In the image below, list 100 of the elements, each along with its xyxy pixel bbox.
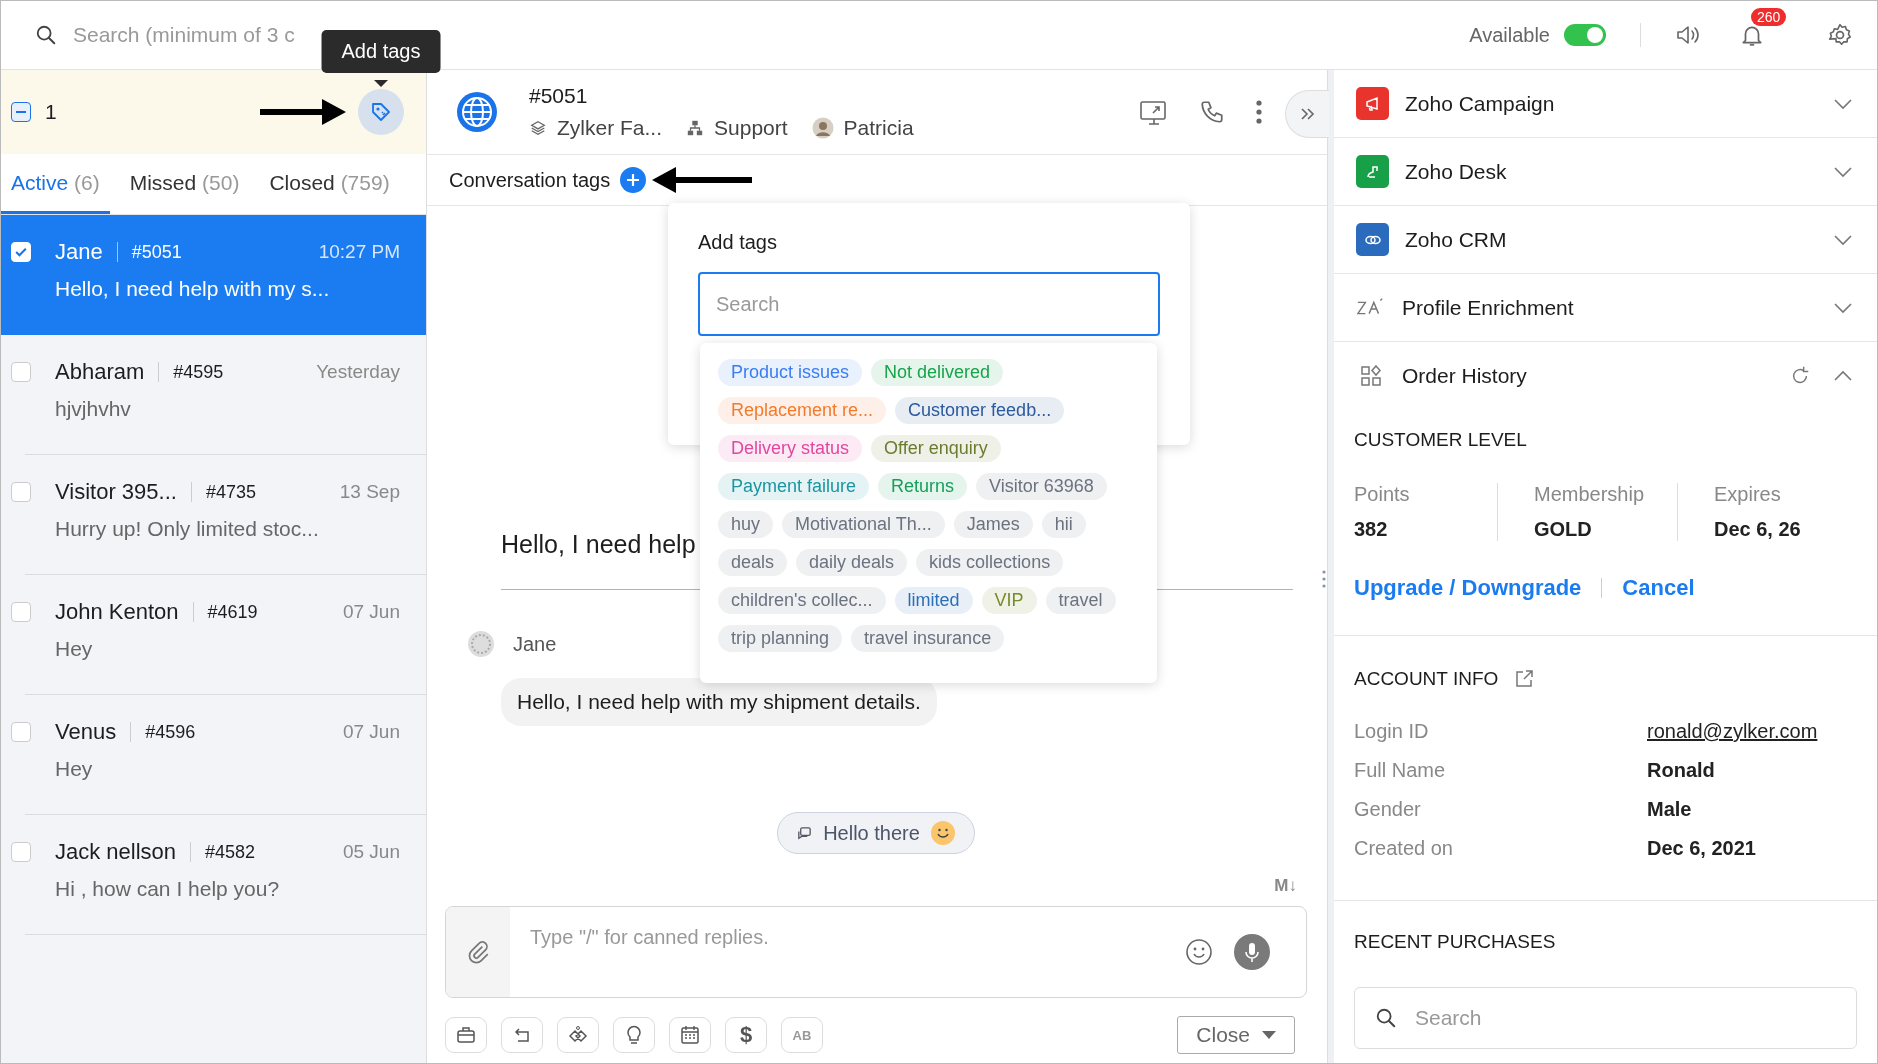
conversation-id: #4596 <box>145 721 196 743</box>
status-tab[interactable]: Closed (759) <box>259 154 400 214</box>
tag-option[interactable]: Customer feedb... <box>895 397 1065 424</box>
add-tag-icon[interactable] <box>620 167 647 193</box>
purchase-search-field[interactable]: Search <box>1413 1005 1836 1031</box>
field-label: Gender <box>1354 798 1422 821</box>
greeting-chip[interactable]: Hello there <box>777 812 975 854</box>
phone-icon[interactable] <box>1199 99 1225 125</box>
tag-option[interactable]: Product issues <box>718 359 863 386</box>
visitor-name: Visitor 395... <box>55 479 177 505</box>
visitor-name: John Kenton <box>55 599 179 625</box>
lightbulb-icon[interactable] <box>613 1017 655 1053</box>
popup-title: Add tags <box>698 231 778 254</box>
conversation-item[interactable]: Jane #5051 10:27 PM Hello, I need help with my s... <box>1 215 426 335</box>
tag-icon <box>369 100 393 124</box>
tag-option[interactable]: daily deals <box>796 549 908 576</box>
tag-option[interactable]: kids collections <box>916 549 1064 576</box>
availability-toggle[interactable] <box>1564 24 1606 46</box>
briefcase-icon[interactable] <box>445 1017 487 1053</box>
integration-title: Zoho Desk <box>1405 159 1507 184</box>
avatar-icon <box>467 630 495 658</box>
message-preview: Hello, I need help with my s... <box>55 277 331 301</box>
tag-option[interactable]: Payment failure <box>718 473 870 500</box>
conversation-checkbox[interactable] <box>11 722 31 742</box>
tag-search-field[interactable]: Search <box>698 272 1160 336</box>
membership-link[interactable]: Cancel <box>1622 575 1695 601</box>
tag-option[interactable]: travel <box>1045 587 1116 614</box>
tag-option[interactable]: James <box>953 511 1033 538</box>
conversation-item[interactable]: Jack nellson #4582 05 Jun Hi , how can I help you? <box>1 815 426 935</box>
tag-option[interactable]: Returns <box>878 473 968 500</box>
more-options-icon[interactable] <box>1255 99 1263 125</box>
selected-count: 1 <box>45 100 57 124</box>
chevron-up-icon[interactable] <box>1833 369 1853 382</box>
integration-title: Zoho Campaign <box>1405 91 1555 116</box>
tag-option[interactable]: Motivational Th... <box>782 511 945 538</box>
message-preview: Hey <box>55 757 94 781</box>
tag-option[interactable]: Delivery status <box>718 435 863 462</box>
conversation-item[interactable]: Abharam #4595 Yesterday hjvjhvhv <box>1 335 426 455</box>
integration-header[interactable]: Zoho CRM <box>1334 206 1877 274</box>
section-title: ACCOUNT INFO <box>1354 668 1499 690</box>
markdown-indicator[interactable]: M↓ <box>1274 876 1297 896</box>
transfer-icon[interactable] <box>501 1017 543 1053</box>
integration-header[interactable]: Zoho Campaign <box>1334 70 1877 138</box>
calendar-icon[interactable] <box>669 1017 711 1053</box>
message-input[interactable]: Type "/" for canned replies. <box>510 925 1184 950</box>
stat-label: Points <box>1354 483 1411 506</box>
currency-button[interactable]: $ <box>725 1017 767 1053</box>
conversation-checkbox[interactable] <box>11 482 31 502</box>
tag-option[interactable]: VIP <box>981 587 1037 614</box>
membership-link[interactable]: Upgrade / Downgrade <box>1354 575 1582 601</box>
stat-label: Membership <box>1534 483 1646 506</box>
search-box[interactable]: Search <box>1354 987 1857 1049</box>
spellcheck-button[interactable]: AB <box>781 1017 823 1053</box>
chevron-down-icon[interactable] <box>1833 165 1853 178</box>
tag-option[interactable]: children's collec... <box>718 587 886 614</box>
emoji-icon[interactable] <box>1184 938 1214 966</box>
email-link[interactable]: ronald@zylker.com <box>1647 720 1818 743</box>
tag-option[interactable]: Offer enquiry <box>871 435 1001 462</box>
integration-header[interactable]: Order History <box>1334 342 1877 409</box>
external-link-icon[interactable] <box>1514 669 1535 689</box>
conversation-checkbox[interactable] <box>11 842 31 862</box>
close-dropdown-button[interactable]: Close <box>1177 1016 1295 1054</box>
integration-header[interactable]: Zoho Desk <box>1334 138 1877 206</box>
conversation-checkbox[interactable] <box>11 602 31 622</box>
conversation-item[interactable]: John Kenton #4619 07 Jun Hey <box>1 575 426 695</box>
agent-name: Patricia <box>843 116 914 140</box>
conversation-item[interactable]: Venus #4596 07 Jun Hey <box>1 695 426 815</box>
tag-option[interactable]: deals <box>718 549 788 576</box>
chevron-down-icon[interactable] <box>1833 233 1853 246</box>
chevron-down-icon[interactable] <box>1833 97 1853 110</box>
brand-name: Zylker Fa... <box>557 116 662 140</box>
message-preview: hjvjhvhv <box>55 397 132 421</box>
screen-share-icon[interactable] <box>1139 98 1169 126</box>
status-tab[interactable]: Missed (50) <box>119 154 250 214</box>
tag-option[interactable]: Not delivered <box>871 359 1004 386</box>
conversation-checkbox[interactable] <box>11 362 31 382</box>
conversation-id: #4582 <box>205 841 256 863</box>
tag-option[interactable]: Replacement re... <box>718 397 887 424</box>
tag-option[interactable]: huy <box>718 511 774 538</box>
select-all-checkbox[interactable] <box>11 102 31 122</box>
field-value: Male <box>1647 798 1692 821</box>
conversation-id: #5051 <box>131 241 182 263</box>
tag-option[interactable]: travel insurance <box>851 625 1005 652</box>
tag-option[interactable]: trip planning <box>718 625 843 652</box>
hierarchy-icon <box>686 119 704 137</box>
tooltip: Add tags <box>321 30 441 73</box>
integration-header[interactable]: Profile Enrichment <box>1334 274 1877 342</box>
settings-icon[interactable] <box>1827 22 1853 48</box>
visitor-name: Venus <box>55 719 117 745</box>
integration-title: Profile Enrichment <box>1402 295 1574 320</box>
message-preview: Hurry up! Only limited stoc... <box>55 517 320 541</box>
conversation-item[interactable]: Visitor 395... #4735 13 Sep Hurry up! Only limited stoc... <box>1 455 426 575</box>
tag-option[interactable]: hii <box>1041 511 1086 538</box>
chevron-down-icon[interactable] <box>1833 301 1853 314</box>
microphone-icon[interactable] <box>1234 934 1270 970</box>
collapse-panel-button[interactable] <box>1285 90 1329 138</box>
tag-option[interactable]: Visitor 63968 <box>976 473 1107 500</box>
layers-icon <box>529 119 547 137</box>
tag-option[interactable]: limited <box>894 587 973 614</box>
field-value: Dec 6, 2021 <box>1647 837 1756 860</box>
